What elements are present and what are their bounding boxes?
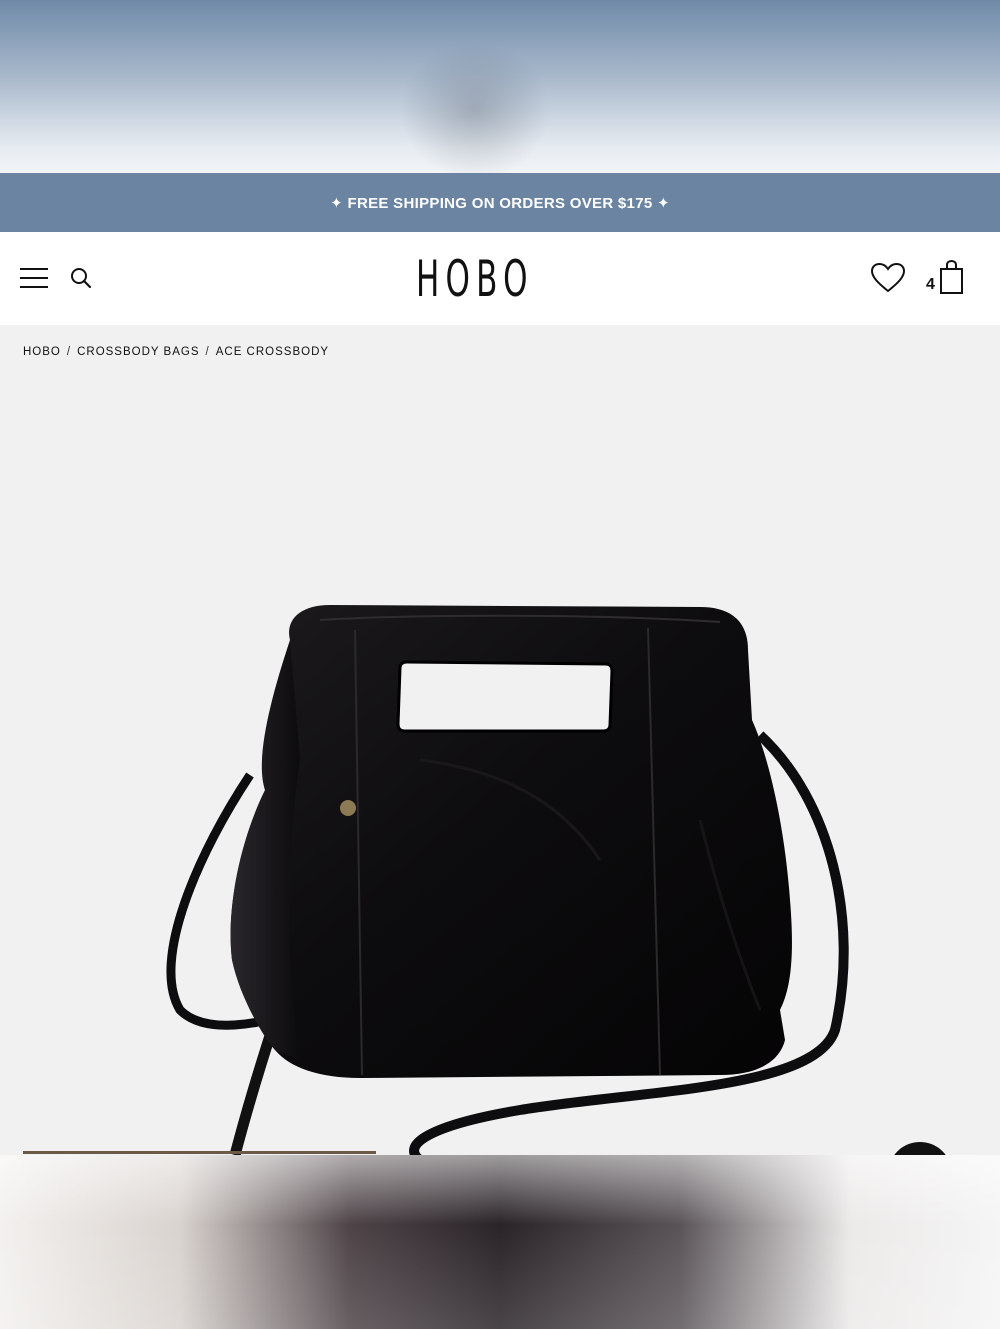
- heart-icon: [870, 262, 906, 293]
- breadcrumb-current: ACE CROSSBODY: [215, 346, 330, 358]
- blurred-shape: [400, 40, 550, 173]
- promo-text: ✦ FREE SHIPPING ON ORDERS OVER $175 ✦: [330, 194, 670, 212]
- shopping-bag-icon: [940, 259, 963, 294]
- wishlist-button[interactable]: [866, 258, 910, 298]
- breadcrumb-home[interactable]: HOBO: [23, 346, 61, 358]
- product-image-gallery[interactable]: [0, 380, 1000, 1155]
- logo-text: HOBO: [416, 250, 534, 308]
- blurred-recommendations: [0, 1155, 1000, 1329]
- breadcrumb-crossbody-bags[interactable]: CROSSBODY BAGS: [77, 346, 199, 358]
- breadcrumb-separator: /: [205, 346, 210, 358]
- gallery-progress-fill: [23, 1151, 376, 1154]
- gallery-progress-bar: [23, 1151, 977, 1154]
- cart-button[interactable]: 4: [922, 258, 970, 302]
- menu-button[interactable]: [14, 260, 54, 296]
- product-image-ace-crossbody[interactable]: [0, 380, 1000, 1155]
- hobo-logo[interactable]: HOBO: [416, 252, 530, 306]
- search-button[interactable]: [62, 260, 100, 296]
- hamburger-icon: [20, 268, 48, 288]
- background-banner-blurred: [0, 0, 1000, 173]
- search-icon: [71, 268, 92, 289]
- promo-banner[interactable]: ✦ FREE SHIPPING ON ORDERS OVER $175 ✦: [0, 173, 1000, 232]
- site-header: HOBO 4: [0, 232, 1000, 325]
- breadcrumb-separator: /: [66, 346, 72, 358]
- blur-overlay: [0, 1155, 1000, 1329]
- breadcrumb: HOBO / CROSSBODY BAGS / ACE CROSSBODY: [23, 346, 329, 358]
